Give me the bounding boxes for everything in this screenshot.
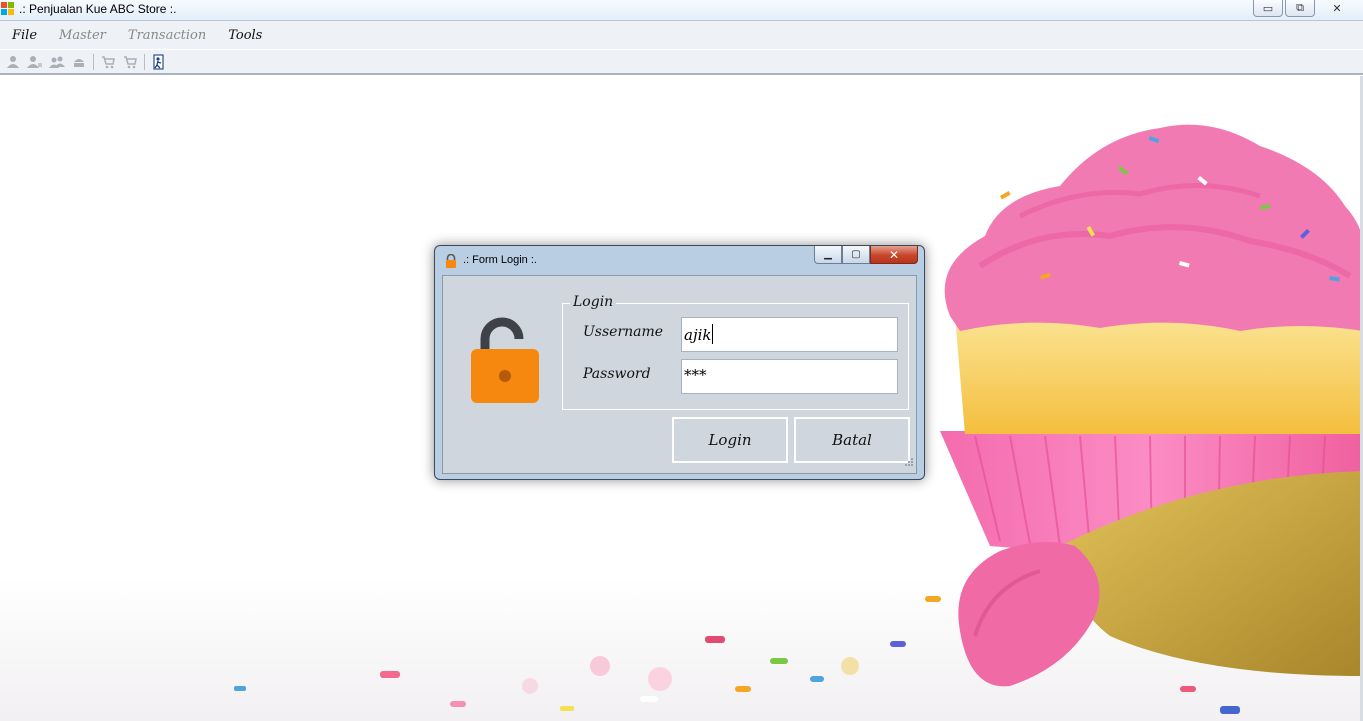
toolbar-separator <box>144 53 145 70</box>
menu-file[interactable]: File <box>0 28 47 43</box>
user-icon[interactable] <box>2 53 24 71</box>
window-title-bar[interactable]: .: Penjualan Kue ABC Store :. ▭ ⧉ ✕ <box>0 0 1363 21</box>
menu-tools[interactable]: Tools <box>216 28 272 43</box>
minimize-button[interactable]: ▭ <box>1253 0 1283 17</box>
cart-icon[interactable] <box>97 53 119 71</box>
login-button[interactable]: Login <box>672 417 788 463</box>
window-title: .: Penjualan Kue ABC Store :. <box>19 2 177 16</box>
dialog-close-button[interactable]: ✕ <box>870 246 918 264</box>
toolbar <box>0 50 1363 75</box>
login-dialog: .: Form Login :. ▁ ▢ ✕ Login Ussername a… <box>434 245 925 480</box>
resize-grip[interactable] <box>904 452 914 471</box>
menu-transaction[interactable]: Transaction <box>116 28 216 43</box>
menu-bar: File Master Transaction Tools <box>0 21 1363 49</box>
dialog-maximize-button[interactable]: ▢ <box>842 246 870 264</box>
restore-button[interactable]: ⧉ <box>1285 0 1315 17</box>
username-label: Ussername <box>583 324 664 340</box>
login-group: Login Ussername ajik Password *** <box>562 294 909 410</box>
dialog-minimize-button[interactable]: ▁ <box>814 246 842 264</box>
cancel-button[interactable]: Batal <box>794 417 910 463</box>
dialog-title: .: Form Login :. <box>463 254 537 266</box>
users-icon[interactable] <box>24 53 46 71</box>
username-value: ajik <box>684 326 712 344</box>
group-title: Login <box>570 294 617 310</box>
close-button[interactable]: ✕ <box>1317 0 1357 16</box>
text-caret <box>712 324 714 344</box>
app-icon <box>1 2 15 16</box>
dialog-client-area: Login Ussername ajik Password *** Login … <box>442 275 917 474</box>
user-group-icon[interactable] <box>46 53 68 71</box>
cart-icon[interactable] <box>119 53 141 71</box>
toolbar-separator <box>93 53 94 70</box>
password-label: Password <box>583 366 651 382</box>
username-input[interactable]: ajik <box>681 317 898 352</box>
cake-icon[interactable] <box>68 53 90 71</box>
lock-icon <box>444 253 458 272</box>
password-input[interactable]: *** <box>681 359 898 394</box>
password-value: *** <box>684 366 707 384</box>
logout-icon[interactable] <box>148 53 170 71</box>
unlock-icon <box>471 317 541 409</box>
menu-master[interactable]: Master <box>47 28 116 43</box>
